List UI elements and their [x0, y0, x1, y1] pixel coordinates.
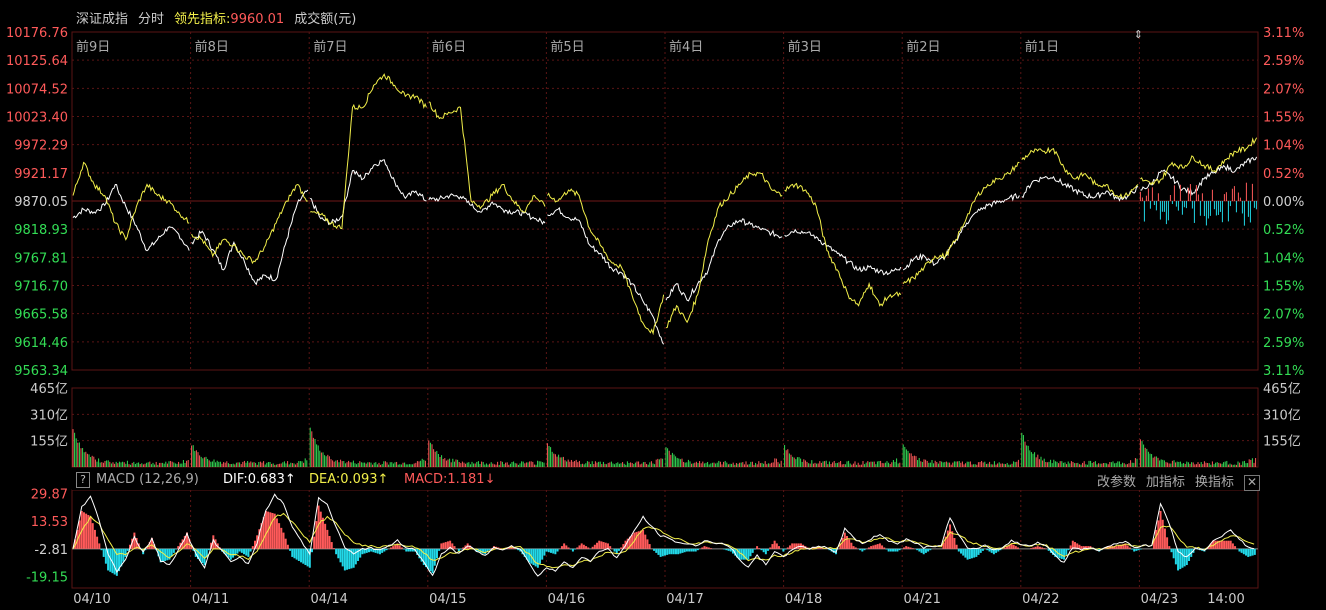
chart-header: 深证成指 分时 领先指标:9960.01 成交额(元)	[76, 8, 366, 27]
x-axis-label: 04/23	[1141, 592, 1178, 607]
leading-indicator-line	[191, 183, 308, 265]
leading-indicator-line	[902, 161, 1020, 285]
panel-frame	[71, 489, 1259, 589]
y-right-tick: 1.55%	[1263, 111, 1304, 126]
day-label: 前3日	[788, 39, 822, 55]
price-line	[902, 193, 1020, 271]
volume-tick-right: 155亿	[1263, 435, 1301, 450]
y-left-tick: 10023.40	[6, 111, 68, 126]
leading-indicator-label: 领先指标:	[174, 12, 231, 27]
help-button[interactable]: ?	[76, 472, 90, 488]
modify-params-button[interactable]: 改参数	[1097, 475, 1136, 490]
y-left-tick: 10176.76	[6, 26, 68, 41]
x-axis-label: 04/16	[548, 592, 585, 607]
price-line	[665, 218, 783, 302]
volume-tick-left: 310亿	[30, 408, 68, 423]
intraday-chart-area[interactable]: 10176.76 3.11% 10125.64 2.59% 10074.52 2.07% 1…	[0, 0, 1326, 610]
add-indicator-button[interactable]: 加指标	[1146, 475, 1185, 490]
day-label: 前5日	[550, 39, 584, 55]
index-name: 深证成指	[76, 12, 129, 27]
x-axis-label: 04/17	[666, 592, 703, 607]
x-axis-label: 04/22	[1022, 592, 1059, 607]
y-left-tick: 9921.17	[14, 167, 68, 182]
y-left-tick: 9563.34	[14, 364, 68, 379]
dea-value: DEA:0.093↑	[309, 472, 389, 487]
price-line	[428, 193, 546, 226]
price-line	[547, 206, 665, 345]
price-line	[784, 228, 902, 276]
y-right-tick: 1.04%	[1263, 139, 1304, 154]
y-left-tick: 10074.52	[6, 82, 68, 97]
x-axis-label: 04/10	[73, 592, 110, 607]
mode-label[interactable]: 分时	[138, 12, 164, 27]
leading-indicator-line	[1021, 146, 1139, 199]
day-label: 前1日	[1025, 39, 1059, 55]
y-right-tick: 0.52%	[1263, 223, 1304, 238]
x-axis-label: 04/11	[192, 592, 229, 607]
y-left-tick: 9870.05	[14, 195, 68, 210]
volume-label: 成交额(元)	[294, 12, 357, 27]
macd-tick: -2.81	[34, 543, 68, 558]
volume-tick-left: 155亿	[30, 435, 68, 450]
y-right-tick: 2.59%	[1263, 54, 1304, 69]
dif-line	[72, 493, 1255, 577]
x-axis-label: 04/15	[429, 592, 466, 607]
volume-tick-left: 465亿	[30, 382, 68, 397]
y-right-tick: 3.11%	[1263, 364, 1304, 379]
y-right-tick: 1.55%	[1263, 280, 1304, 295]
leading-indicator-line	[428, 101, 546, 213]
y-left-tick: 9818.93	[14, 223, 68, 238]
price-line	[72, 183, 190, 252]
y-left-tick: 9767.81	[14, 251, 68, 266]
volume-tick-right: 465亿	[1263, 382, 1301, 397]
price-line	[1021, 175, 1139, 202]
day-label: 前8日	[195, 39, 229, 55]
macd-tick: 13.53	[31, 515, 68, 530]
day-label: 前9日	[76, 39, 110, 55]
macd-tick: -19.15	[26, 570, 68, 585]
switch-indicator-button[interactable]: 换指标	[1195, 475, 1234, 490]
y-right-tick: 0.00%	[1263, 195, 1304, 210]
y-right-tick: 2.07%	[1263, 82, 1304, 97]
price-line	[309, 159, 427, 226]
y-left-tick: 9716.70	[14, 280, 68, 295]
leading-indicator-line	[784, 182, 902, 307]
day-label: 前4日	[669, 39, 703, 55]
macd-indicator-name[interactable]: MACD (12,26,9)	[96, 472, 199, 487]
x-axis-label: 04/18	[785, 592, 822, 607]
volume-tick-right: 310亿	[1263, 408, 1301, 423]
y-right-tick: 3.11%	[1263, 26, 1304, 41]
macd-value: MACD:1.181↓	[404, 472, 496, 487]
leading-indicator-line	[665, 171, 783, 329]
y-left-tick: 9665.58	[14, 308, 68, 323]
leading-indicator-value: 9960.01	[230, 12, 285, 27]
y-right-tick: 2.59%	[1263, 336, 1304, 351]
dif-value: DIF:0.683↑	[223, 472, 296, 487]
day-label: 前2日	[906, 39, 940, 55]
leading-indicator-line	[310, 73, 427, 230]
macd-toolbar: ? MACD (12,26,9) DIF:0.683↑ DEA:0.093↑ M…	[72, 470, 1260, 491]
day-label: 前6日	[432, 39, 466, 55]
close-icon[interactable]: ✕	[1244, 475, 1260, 491]
x-axis-label: 14:00	[1207, 592, 1244, 607]
indicator-tools: 改参数 加指标 换指标 ✕	[1087, 471, 1260, 491]
y-left-tick: 9614.46	[14, 336, 68, 351]
day-label: 前7日	[313, 39, 347, 55]
y-right-tick: 1.04%	[1263, 251, 1304, 266]
price-line	[191, 189, 309, 286]
y-left-tick: 9972.29	[14, 139, 68, 154]
x-axis-label: 04/14	[310, 592, 347, 607]
drag-handle-icon: ⇕	[1134, 28, 1143, 41]
macd-tick: 29.87	[31, 488, 68, 503]
y-right-tick: 0.52%	[1263, 167, 1304, 182]
y-left-tick: 10125.64	[6, 54, 68, 69]
y-right-tick: 2.07%	[1263, 308, 1304, 323]
x-axis-label: 04/21	[903, 592, 940, 607]
